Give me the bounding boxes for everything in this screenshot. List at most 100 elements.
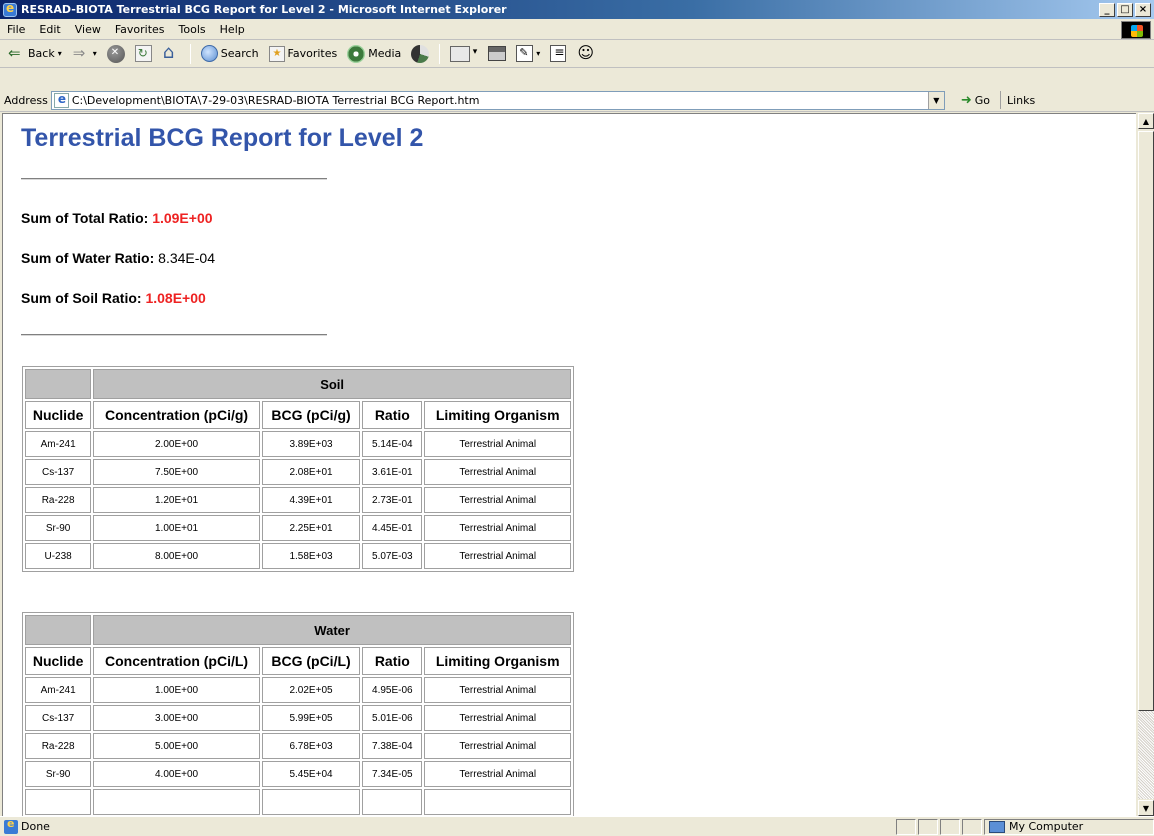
table-corner xyxy=(25,615,92,645)
stop-button[interactable] xyxy=(104,43,128,65)
close-button[interactable]: × xyxy=(1135,2,1151,17)
sum-soil-ratio: Sum of Soil Ratio: 1.08E+00 xyxy=(21,290,206,306)
forward-dropdown-icon[interactable]: ▾ xyxy=(93,49,97,58)
table-cell: 3.00E+00 xyxy=(93,705,260,731)
address-input[interactable]: C:\Development\BIOTA\7-29-03\RESRAD-BIOT… xyxy=(50,90,945,110)
back-arrow-icon xyxy=(7,44,25,63)
table-row xyxy=(25,789,571,815)
minimize-button[interactable]: _ xyxy=(1099,2,1115,17)
home-button[interactable] xyxy=(159,42,183,65)
table-cell: 5.00E+00 xyxy=(93,733,260,759)
home-icon xyxy=(162,42,180,63)
table-cell: 5.14E-04 xyxy=(362,431,423,457)
table-cell: 7.34E-05 xyxy=(362,761,423,787)
water-group-header: Water xyxy=(93,615,571,645)
table-row: U-238 8.00E+00 1.58E+03 5.07E-03 Terrest… xyxy=(25,543,571,569)
table-cell: U-238 xyxy=(25,543,92,569)
table-cell: 2.73E-01 xyxy=(362,487,423,513)
sum-total-label: Sum of Total Ratio: xyxy=(21,210,149,226)
favorites-button[interactable]: Favorites xyxy=(266,43,341,65)
forward-arrow-icon xyxy=(72,44,90,63)
menu-file[interactable]: File xyxy=(0,23,32,36)
table-cell: Terrestrial Animal xyxy=(424,431,571,457)
table-cell: Terrestrial Animal xyxy=(424,515,571,541)
history-button[interactable] xyxy=(408,43,432,65)
table-cell: 7.50E+00 xyxy=(93,459,260,485)
favorites-icon xyxy=(268,45,285,62)
table-cell: 7.38E-04 xyxy=(362,733,423,759)
scroll-up-icon[interactable]: ▲ xyxy=(1138,113,1154,129)
divider xyxy=(21,178,327,180)
menu-help[interactable]: Help xyxy=(213,23,252,36)
go-button[interactable]: ➜ Go xyxy=(961,93,990,108)
table-cell: 5.01E-06 xyxy=(362,705,423,731)
table-cell: 3.61E-01 xyxy=(362,459,423,485)
status-panel xyxy=(962,818,982,835)
back-button[interactable]: Back ▾ xyxy=(4,43,65,65)
address-dropdown-icon[interactable]: ▼ xyxy=(927,91,944,109)
table-cell: 2.08E+01 xyxy=(261,459,361,485)
table-row: Cs-137 3.00E+00 5.99E+05 5.01E-06 Terres… xyxy=(25,705,571,731)
table-cell: Ra-228 xyxy=(25,487,92,513)
table-cell: 1.20E+01 xyxy=(93,487,260,513)
links-button[interactable]: Links xyxy=(1007,94,1035,107)
edit-dropdown-icon[interactable]: ▾ xyxy=(536,49,540,58)
table-cell xyxy=(424,789,571,815)
table-cell: 8.00E+00 xyxy=(93,543,260,569)
stop-icon xyxy=(106,44,125,63)
table-cell: Terrestrial Animal xyxy=(424,733,571,759)
soil-bcg-table: Soil Nuclide Concentration (pCi/g) BCG (… xyxy=(22,366,574,572)
forward-button[interactable]: ▾ xyxy=(69,43,100,65)
refresh-button[interactable] xyxy=(132,43,155,65)
back-dropdown-icon[interactable]: ▾ xyxy=(58,49,62,58)
sum-total-value: 1.09E+00 xyxy=(152,210,213,226)
address-label: Address xyxy=(4,93,48,107)
table-cell: Sr-90 xyxy=(25,761,92,787)
status-bar: Done My Computer xyxy=(0,816,1154,836)
table-row: Cs-137 7.50E+00 2.08E+01 3.61E-01 Terres… xyxy=(25,459,571,485)
page-done-icon xyxy=(4,817,18,834)
column-header: Ratio xyxy=(362,647,423,675)
table-corner xyxy=(25,369,92,399)
toolbar-separator xyxy=(439,43,441,64)
vertical-scrollbar[interactable]: ▲ ▼ xyxy=(1138,113,1154,816)
menu-favorites[interactable]: Favorites xyxy=(108,23,172,36)
sum-water-ratio: Sum of Water Ratio: 8.34E-04 xyxy=(21,250,215,266)
table-cell: 4.00E+00 xyxy=(93,761,260,787)
table-cell: 5.45E+04 xyxy=(261,761,361,787)
messenger-button[interactable] xyxy=(573,43,597,65)
title-bar: RESRAD-BIOTA Terrestrial BCG Report for … xyxy=(0,0,1154,19)
scroll-down-icon[interactable]: ▼ xyxy=(1138,800,1154,816)
discuss-button[interactable] xyxy=(547,43,569,65)
menu-edit[interactable]: Edit xyxy=(32,23,67,36)
media-button[interactable]: Media xyxy=(344,43,404,65)
table-cell: Cs-137 xyxy=(25,459,92,485)
table-cell: 3.89E+03 xyxy=(261,431,361,457)
window-title: RESRAD-BIOTA Terrestrial BCG Report for … xyxy=(21,3,507,16)
table-cell: Terrestrial Animal xyxy=(424,487,571,513)
history-icon xyxy=(411,44,430,63)
menu-tools[interactable]: Tools xyxy=(172,23,213,36)
mail-button[interactable] xyxy=(447,43,477,65)
edit-button[interactable]: ▾ xyxy=(513,43,543,65)
sum-water-value: 8.34E-04 xyxy=(158,250,215,266)
sum-total-ratio: Sum of Total Ratio: 1.09E+00 xyxy=(21,210,213,226)
search-button[interactable]: Search xyxy=(198,43,262,65)
ie-window: RESRAD-BIOTA Terrestrial BCG Report for … xyxy=(0,0,1154,836)
table-cell: Am-241 xyxy=(25,431,92,457)
print-button[interactable] xyxy=(485,43,509,65)
table-cell: Terrestrial Animal xyxy=(424,459,571,485)
table-cell: Cs-137 xyxy=(25,705,92,731)
status-panel xyxy=(896,818,916,835)
print-icon xyxy=(488,46,507,61)
column-header: Nuclide xyxy=(25,647,92,675)
menu-bar: File Edit View Favorites Tools Help xyxy=(0,19,1154,40)
scroll-track[interactable] xyxy=(1138,711,1154,799)
column-header: Nuclide xyxy=(25,401,92,429)
maximize-button[interactable]: □ xyxy=(1117,2,1133,17)
table-cell xyxy=(93,789,260,815)
menu-view[interactable]: View xyxy=(68,23,108,36)
standard-toolbar: Back ▾ ▾ Search Favorites Media xyxy=(0,40,1154,68)
scroll-thumb[interactable] xyxy=(1138,131,1154,711)
table-cell: Terrestrial Animal xyxy=(424,543,571,569)
